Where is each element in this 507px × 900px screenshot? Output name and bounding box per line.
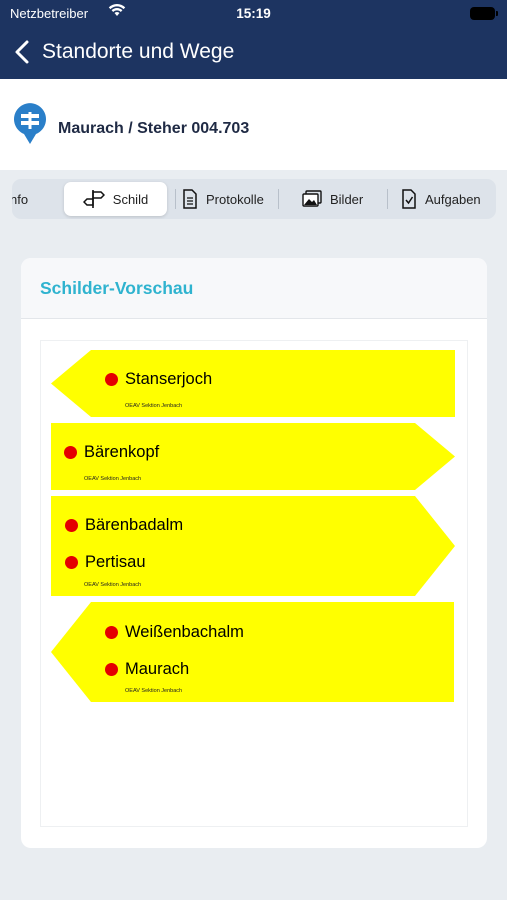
sign-destination: Bärenkopf xyxy=(64,443,159,462)
sign-baerenbadalm-pertisau: Bärenbadalm Pertisau OEAV Sektion Jenbac… xyxy=(51,496,455,596)
sign-destination: Stanserjoch xyxy=(105,370,212,389)
destination-label: Stanserjoch xyxy=(125,370,213,388)
red-dot-marker xyxy=(65,519,78,532)
tab-schild-label: Schild xyxy=(112,191,149,207)
red-dot-marker xyxy=(105,373,118,386)
segment-tabs: nfo Schild Protokolle Bilder Aufgaben xyxy=(12,179,496,219)
location-title: Maurach / Steher 004.703 xyxy=(58,120,250,137)
tab-divider xyxy=(175,189,176,209)
tab-info-label: nfo xyxy=(12,191,29,207)
tab-protokolle[interactable]: Protokolle xyxy=(182,182,264,216)
images-icon xyxy=(302,190,322,207)
sign-baerenkopf: Bärenkopf OEAV Sektion Jenbach xyxy=(51,423,455,490)
sign-destination: Pertisau xyxy=(65,553,146,572)
location-header: Maurach / Steher 004.703 xyxy=(0,79,507,170)
destination-label: Bärenkopf xyxy=(84,443,160,461)
status-bar: Netzbetreiber 15:19 xyxy=(0,0,507,28)
sign-weissenbachalm-maurach: Weißenbachalm Maurach OEAV Sektion Jenba… xyxy=(51,602,454,702)
sign-stanserjoch: Stanserjoch OEAV Sektion Jenbach xyxy=(51,350,455,417)
sign-destination: Weißenbachalm xyxy=(105,623,244,642)
battery-icon xyxy=(470,7,498,20)
tab-divider xyxy=(387,189,388,209)
sign-preview-card: Schilder-Vorschau Stanserjoch OEAV Sekti… xyxy=(21,258,487,848)
clock: 15:19 xyxy=(236,6,271,21)
tab-aufgaben-label: Aufgaben xyxy=(425,191,481,207)
document-icon xyxy=(183,189,197,209)
card-title: Schilder-Vorschau xyxy=(40,278,194,298)
sign-destination: Bärenbadalm xyxy=(65,516,183,535)
red-dot-marker xyxy=(105,663,118,676)
task-icon xyxy=(402,189,416,209)
tab-aufgaben[interactable]: Aufgaben xyxy=(401,182,481,216)
tab-bilder[interactable]: Bilder xyxy=(302,182,363,216)
back-chevron-icon[interactable] xyxy=(12,39,34,65)
tab-schild[interactable]: Schild xyxy=(64,182,167,216)
navigation-bar: Netzbetreiber 15:19 Standorte und Wege xyxy=(0,0,507,79)
tab-info[interactable]: nfo xyxy=(12,182,28,216)
signpost-location-pin-icon xyxy=(13,103,47,150)
sign-club-label: OEAV Sektion Jenbach xyxy=(84,582,142,588)
signpost-icon xyxy=(82,190,105,208)
red-dot-marker xyxy=(64,446,77,459)
page-title: Standorte und Wege xyxy=(42,40,235,63)
destination-label: Pertisau xyxy=(85,553,146,571)
sign-destination: Maurach xyxy=(105,660,189,679)
destination-label: Bärenbadalm xyxy=(85,516,184,534)
tab-bilder-label: Bilder xyxy=(330,191,364,207)
tab-protokolle-label: Protokolle xyxy=(206,191,264,207)
sign-club-label: OEAV Sektion Jenbach xyxy=(84,476,142,482)
sign-club-label: OEAV Sektion Jenbach xyxy=(125,688,183,694)
destination-label: Weißenbachalm xyxy=(125,623,244,641)
red-dot-marker xyxy=(105,626,118,639)
red-dot-marker xyxy=(65,556,78,569)
sign-club-label: OEAV Sektion Jenbach xyxy=(125,403,183,409)
tab-divider xyxy=(278,189,279,209)
destination-label: Maurach xyxy=(125,660,190,678)
sign-preview: Stanserjoch OEAV Sektion Jenbach Bärenko… xyxy=(40,340,468,827)
